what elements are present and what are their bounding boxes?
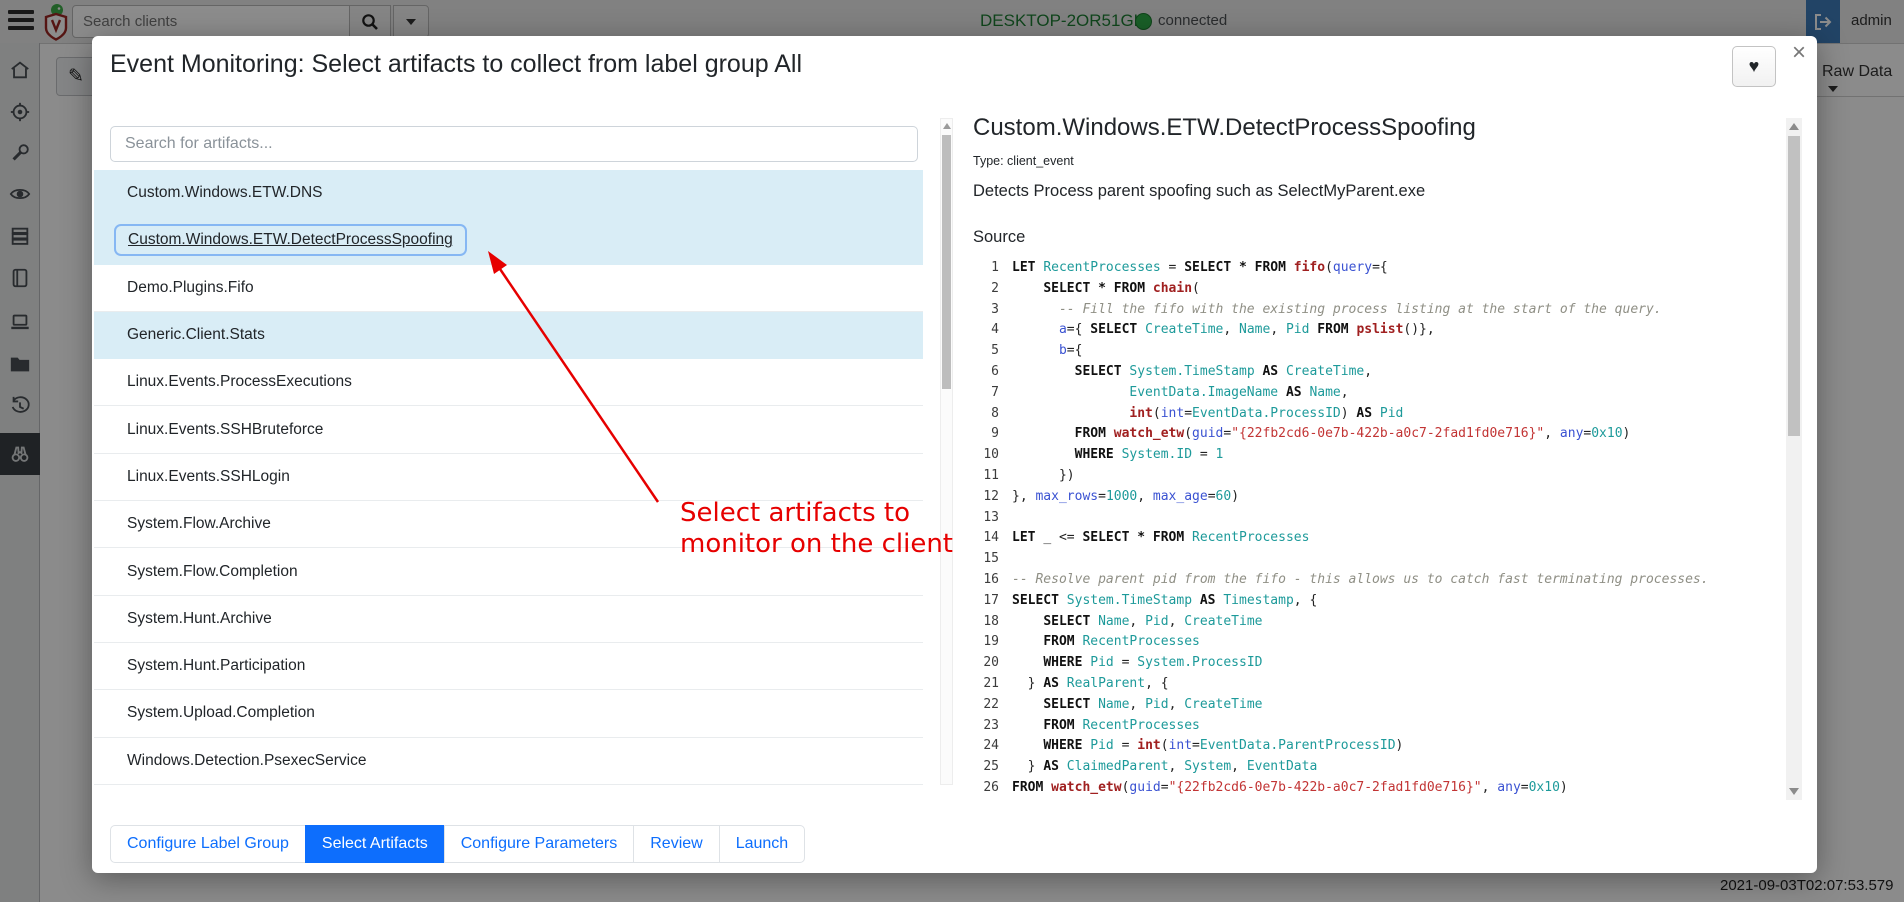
- source-scrollbar[interactable]: [1786, 118, 1802, 800]
- artifact-row[interactable]: System.Hunt.Participation: [94, 643, 923, 690]
- artifact-row[interactable]: Demo.Plugins.Fifo: [94, 265, 923, 312]
- artifact-type-label: Type: client_event: [973, 154, 1074, 168]
- scrollbar-thumb[interactable]: [1788, 136, 1800, 436]
- artifact-list-scrollbar[interactable]: [940, 118, 953, 785]
- artifact-description: Detects Process parent spoofing such as …: [973, 182, 1425, 201]
- artifact-label[interactable]: Linux.Events.SSHLogin: [127, 468, 290, 486]
- artifact-label[interactable]: Windows.Detection.PsexecService: [127, 752, 367, 770]
- artifact-row[interactable]: Generic.Client.Stats: [94, 312, 923, 359]
- artifact-detail-title: Custom.Windows.ETW.DetectProcessSpoofing: [973, 114, 1476, 142]
- scroll-down-icon: [1789, 788, 1799, 795]
- artifact-label[interactable]: Generic.Client.Stats: [127, 326, 265, 344]
- artifact-label[interactable]: System.Flow.Completion: [127, 563, 298, 581]
- velociraptor-app: DESKTOP-2OR51GL connected admin: [0, 0, 1904, 902]
- heart-icon: ♥: [1749, 56, 1760, 77]
- event-monitoring-modal: Event Monitoring: Select artifacts to co…: [92, 36, 1817, 873]
- source-heading: Source: [973, 228, 1025, 247]
- wizard-step-select-artifacts[interactable]: Select Artifacts: [305, 825, 445, 863]
- artifact-label[interactable]: System.Flow.Archive: [127, 515, 271, 533]
- wizard-step-review[interactable]: Review: [633, 825, 719, 863]
- artifact-label[interactable]: Custom.Windows.ETW.DNS: [127, 184, 323, 202]
- scroll-up-icon: [943, 123, 951, 129]
- artifact-row[interactable]: Windows.Detection.PsexecService: [94, 738, 923, 785]
- wizard-step-configure-parameters[interactable]: Configure Parameters: [444, 825, 635, 863]
- artifact-row[interactable]: Custom.Windows.ETW.DetectProcessSpoofing: [94, 217, 923, 264]
- wizard-step-buttons: Configure Label GroupSelect ArtifactsCon…: [110, 825, 805, 863]
- modal-title: Event Monitoring: Select artifacts to co…: [110, 50, 802, 79]
- artifact-row[interactable]: Linux.Events.SSHLogin: [94, 454, 923, 501]
- artifact-search-input[interactable]: [110, 126, 918, 162]
- wizard-step-configure-label-group[interactable]: Configure Label Group: [110, 825, 306, 863]
- scroll-up-icon: [1789, 123, 1799, 130]
- artifact-row[interactable]: Linux.Events.SSHBruteforce: [94, 406, 923, 453]
- artifact-row[interactable]: System.Flow.Archive: [94, 501, 923, 548]
- artifact-row[interactable]: System.Upload.Completion: [94, 690, 923, 737]
- artifact-label[interactable]: Demo.Plugins.Fifo: [127, 279, 254, 297]
- artifact-list: Custom.Windows.ETW.DNS Custom.Windows.ETW…: [94, 170, 923, 785]
- wizard-step-launch[interactable]: Launch: [719, 825, 806, 863]
- artifact-label[interactable]: Custom.Windows.ETW.DetectProcessSpoofing: [114, 224, 467, 256]
- artifact-row[interactable]: System.Hunt.Archive: [94, 596, 923, 643]
- artifact-label[interactable]: System.Hunt.Archive: [127, 610, 272, 628]
- artifact-row[interactable]: Linux.Events.ProcessExecutions: [94, 359, 923, 406]
- artifact-label[interactable]: Linux.Events.ProcessExecutions: [127, 373, 352, 391]
- artifact-label[interactable]: System.Hunt.Participation: [127, 657, 305, 675]
- artifact-row[interactable]: Custom.Windows.ETW.DNS: [94, 170, 923, 217]
- favorite-button[interactable]: ♥: [1732, 46, 1776, 87]
- vql-source-code: 1LET RecentProcesses = SELECT * FROM fif…: [973, 258, 1783, 800]
- artifact-row[interactable]: System.Flow.Completion: [94, 548, 923, 595]
- scrollbar-thumb[interactable]: [942, 135, 951, 389]
- artifact-label[interactable]: System.Upload.Completion: [127, 704, 315, 722]
- close-icon[interactable]: ×: [1784, 38, 1814, 68]
- artifact-label[interactable]: Linux.Events.SSHBruteforce: [127, 421, 323, 439]
